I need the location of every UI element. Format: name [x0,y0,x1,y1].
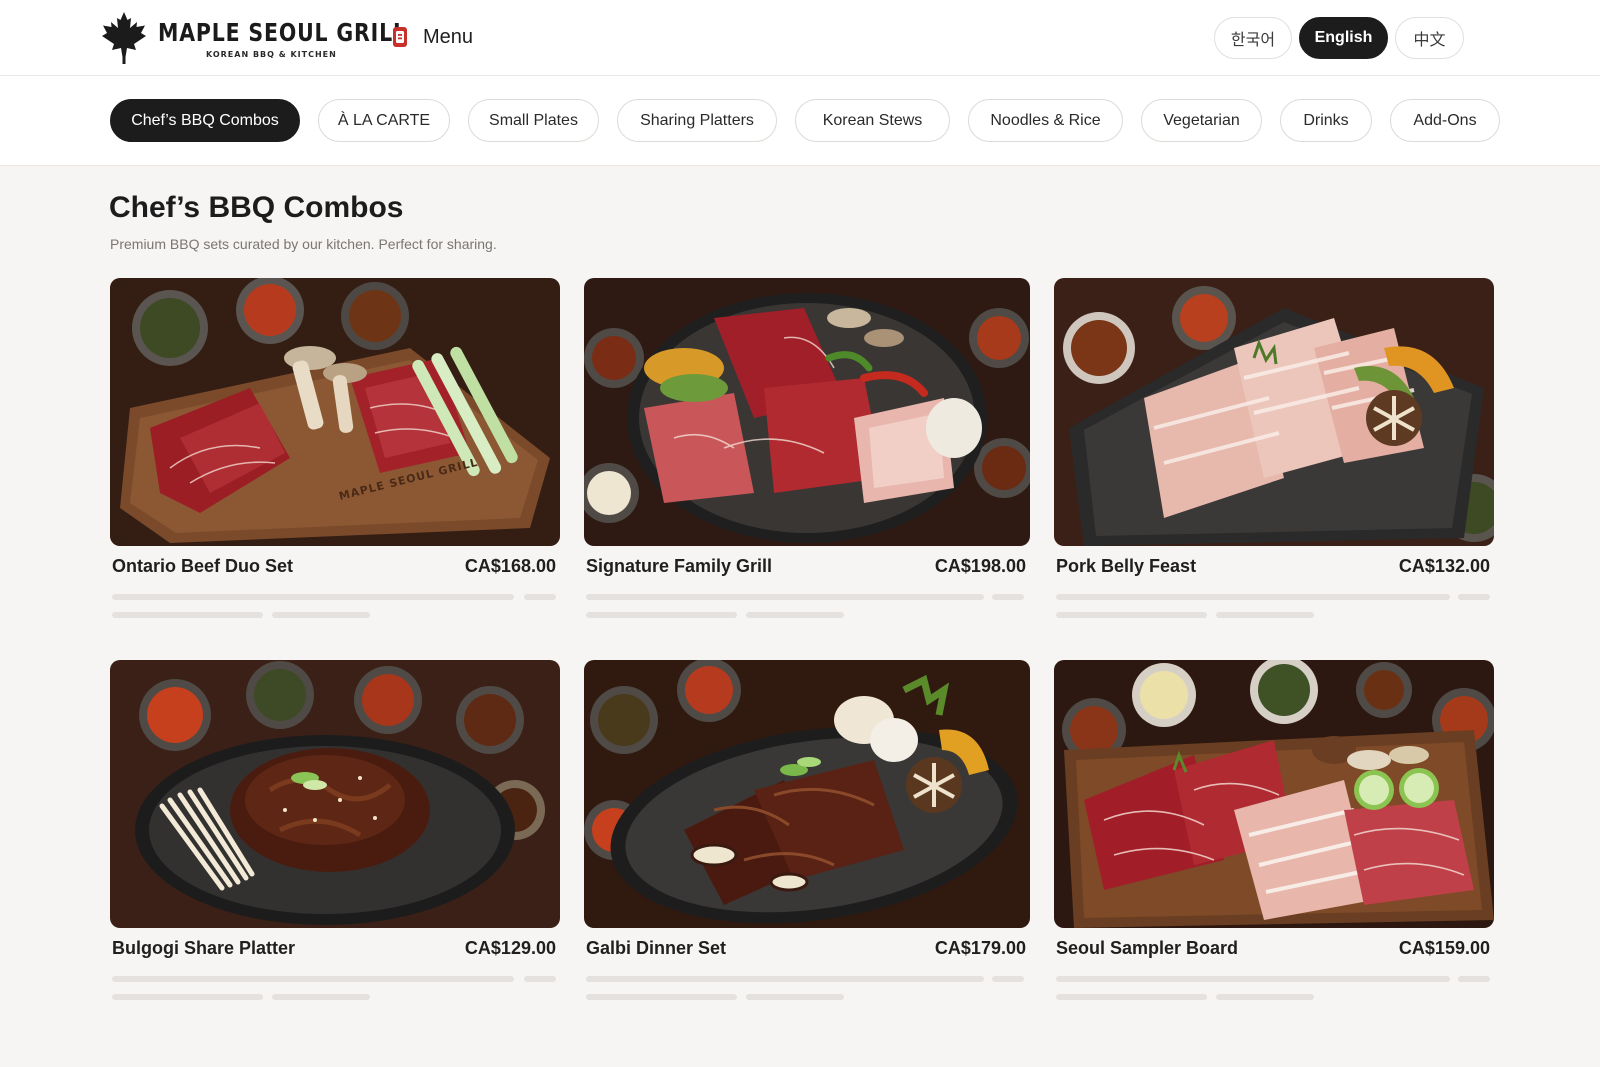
placeholder-line [112,994,263,1000]
category-tab-noodles-rice[interactable]: Noodles & Rice [968,99,1123,142]
product-image[interactable] [584,660,1030,928]
product-name[interactable]: Ontario Beef Duo Set [112,556,293,577]
category-tab-drinks[interactable]: Drinks [1280,99,1372,142]
language-chinese-button[interactable]: 中文 [1395,17,1464,59]
product-card[interactable]: Signature Family Grill CA$198.00 [584,278,1030,628]
product-image[interactable] [110,660,560,928]
product-image[interactable] [1054,660,1494,928]
top-header: MAPLE SEOUL GRILL KOREAN BBQ & KITCHEN M… [0,0,1600,76]
placeholder-line [586,976,984,982]
placeholder-line [272,612,370,618]
placeholder-line [586,612,737,618]
section-title: Chef’s BBQ Combos [109,191,404,224]
product-card[interactable]: Pork Belly Feast CA$132.00 [1054,278,1494,628]
placeholder-line [1056,594,1450,600]
category-tab-sharing-platters[interactable]: Sharing Platters [617,99,777,142]
product-price: CA$132.00 [1398,556,1490,576]
product-price: CA$198.00 [934,556,1026,576]
placeholder-line [112,612,263,618]
maple-leaf-icon [102,12,146,64]
placeholder-line [992,976,1024,982]
placeholder-line [586,994,737,1000]
category-tab-vegetarian[interactable]: Vegetarian [1141,99,1262,142]
section-description: Premium BBQ sets curated by our kitchen.… [110,236,497,252]
brand-name: MAPLE SEOUL GRILL [158,18,407,47]
product-image[interactable] [1054,278,1494,546]
product-name[interactable]: Seoul Sampler Board [1056,938,1238,959]
language-english-button[interactable]: English [1299,17,1388,59]
placeholder-line [746,994,844,1000]
product-card[interactable]: MAPLE SEOUL GRILL Ontario Beef Duo Set C… [110,278,560,628]
category-tab-small-plates[interactable]: Small Plates [468,99,599,142]
product-price: CA$159.00 [1398,938,1490,958]
product-card[interactable]: Bulgogi Share Platter CA$129.00 [110,660,560,1010]
menu-book-icon[interactable] [392,26,408,48]
placeholder-line [112,594,514,600]
placeholder-line [524,976,556,982]
category-tab-a-la-carte[interactable]: À LA CARTE [318,99,450,142]
product-name[interactable]: Signature Family Grill [586,556,772,577]
product-card[interactable]: Seoul Sampler Board CA$159.00 [1054,660,1494,1010]
placeholder-line [1458,594,1490,600]
placeholder-line [1216,612,1314,618]
placeholder-line [112,976,514,982]
placeholder-line [1056,612,1207,618]
placeholder-line [746,612,844,618]
category-tab-add-ons[interactable]: Add-Ons [1390,99,1500,142]
product-price: CA$129.00 [464,938,556,958]
placeholder-line [1056,976,1450,982]
product-name[interactable]: Bulgogi Share Platter [112,938,295,959]
placeholder-line [992,594,1024,600]
placeholder-line [1458,976,1490,982]
product-name[interactable]: Pork Belly Feast [1056,556,1196,577]
language-korean-button[interactable]: 한국어 [1214,17,1292,59]
product-price: CA$168.00 [464,556,556,576]
placeholder-line [272,994,370,1000]
product-name[interactable]: Galbi Dinner Set [586,938,726,959]
placeholder-line [586,594,984,600]
product-card[interactable]: Galbi Dinner Set CA$179.00 [584,660,1030,1010]
placeholder-line [524,594,556,600]
placeholder-line [1056,994,1207,1000]
brand-tagline: KOREAN BBQ & KITCHEN [206,50,337,59]
product-image[interactable] [584,278,1030,546]
product-price: CA$179.00 [934,938,1026,958]
placeholder-line [1216,994,1314,1000]
product-image[interactable]: MAPLE SEOUL GRILL [110,278,560,546]
category-tab-chefs-bbq-combos[interactable]: Chef’s BBQ Combos [110,99,300,142]
category-tab-korean-stews[interactable]: Korean Stews [795,99,950,142]
menu-link[interactable]: Menu [423,26,473,49]
category-nav: Chef’s BBQ Combos À LA CARTE Small Plate… [0,76,1600,166]
